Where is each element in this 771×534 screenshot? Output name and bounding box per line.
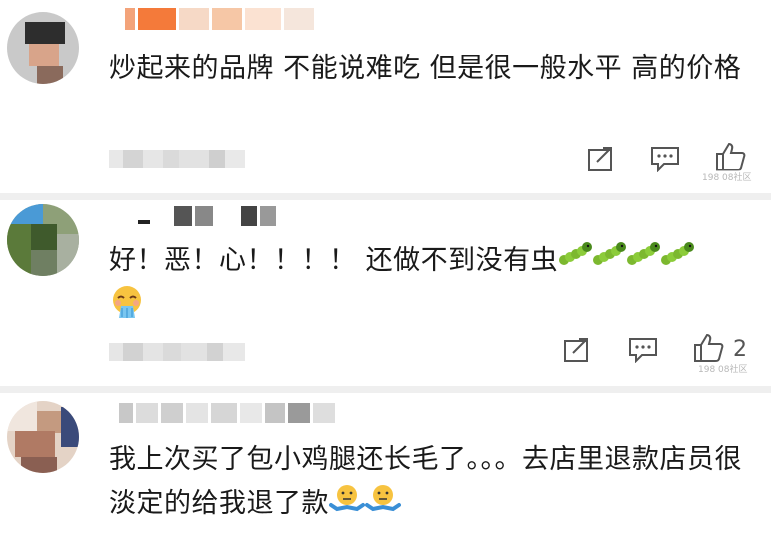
caterpillar-emoji (592, 240, 627, 284)
comment-text: 炒起来的品牌 不能说难吃 但是很一般水平 高的价格 (109, 53, 742, 84)
caterpillar-emoji (660, 240, 695, 284)
thumbs-up-icon[interactable] (692, 333, 726, 363)
comment-icon[interactable] (648, 144, 682, 174)
watermark: 198 08社区 (700, 170, 754, 183)
comment-separator (0, 386, 771, 393)
comment-icon[interactable] (626, 335, 660, 365)
timestamp-blurred (109, 150, 245, 168)
comment-1: 炒起来的品牌 不能说难吃 但是很一般水平 高的价格 198 08社区 (0, 0, 771, 193)
comment-separator (0, 193, 771, 200)
vomiting-face-emoji (109, 284, 145, 334)
avatar[interactable] (7, 204, 79, 276)
shrug-face-emoji (329, 483, 365, 527)
like-count: 2 (733, 337, 747, 362)
watermark: 198 08社区 (696, 362, 750, 375)
comment-text: 我上次买了包小鸡腿还长毛了。。。去店里退款店员很淡定的给我退了款 (109, 438, 769, 527)
share-icon[interactable] (584, 144, 618, 174)
comment-text-content: 好！恶！心！！！！ 还做不到没有虫 (109, 245, 559, 276)
share-icon[interactable] (560, 335, 594, 365)
comment-2: 好！恶！心！！！！ 还做不到没有虫 2 198 08社区 (0, 200, 771, 386)
comment-text: 好！恶！心！！！！ 还做不到没有虫 (109, 239, 749, 334)
username-blurred[interactable] (119, 206, 276, 226)
username-blurred[interactable] (119, 403, 335, 423)
comment-text-content: 我上次买了包小鸡腿还长毛了。。。去店里退款店员很淡定的给我退了款 (109, 444, 742, 519)
avatar[interactable] (7, 401, 79, 473)
username-blurred[interactable] (125, 8, 314, 30)
caterpillar-emoji (558, 240, 593, 284)
timestamp-blurred (109, 343, 245, 361)
shrug-face-emoji (365, 483, 401, 527)
caterpillar-emoji (626, 240, 661, 284)
comment-3: 我上次买了包小鸡腿还长毛了。。。去店里退款店员很淡定的给我退了款 (0, 393, 771, 534)
thumbs-up-icon[interactable] (714, 142, 748, 172)
avatar[interactable] (7, 12, 79, 84)
